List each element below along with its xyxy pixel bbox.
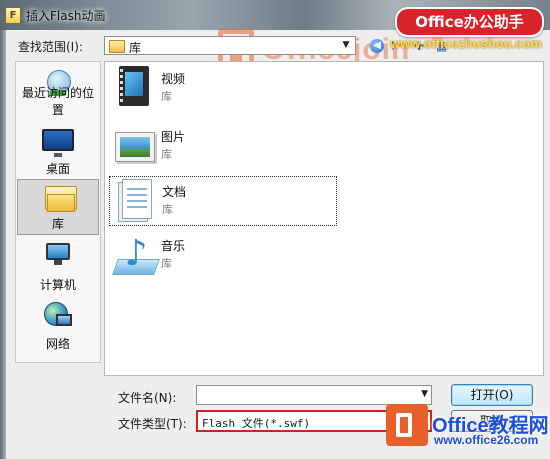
places-bar: 最近访问的位置 桌面 库 计算机 网络 <box>15 61 101 363</box>
place-network[interactable]: 网络 <box>17 298 99 354</box>
music-library-icon: ♪ <box>112 233 160 275</box>
place-label: 库 <box>51 217 64 231</box>
list-item-pictures[interactable]: 图片 库 <box>109 122 337 172</box>
place-computer[interactable]: 计算机 <box>17 239 99 295</box>
place-label: 最近访问的位置 <box>21 86 94 117</box>
desktop-icon <box>42 129 74 157</box>
insert-flash-dialog: F 插入Flash动画 Officejoin TM 查找范围(I): 库 ▼ ◀… <box>0 0 550 459</box>
list-item-documents[interactable]: 文档 库 <box>109 176 337 226</box>
place-label: 桌面 <box>45 162 70 176</box>
office-logo-icon <box>386 404 428 446</box>
document-library-icon <box>116 179 156 222</box>
item-name: 图片 <box>161 130 186 144</box>
look-in-combo[interactable]: 库 ▼ <box>104 36 356 55</box>
list-item-music[interactable]: ♪ 音乐 库 <box>109 231 337 281</box>
video-library-icon <box>115 66 155 108</box>
file-name-input[interactable]: ▼ <box>196 385 432 405</box>
computer-icon <box>44 243 72 267</box>
item-type: 库 <box>161 257 172 270</box>
file-name-label: 文件名(N): <box>118 391 177 405</box>
item-type: 库 <box>161 90 172 103</box>
file-type-value: Flash 文件(*.swf) <box>202 417 311 430</box>
watermark2-url: www.office26.com <box>434 433 539 447</box>
item-name: 文档 <box>162 185 187 199</box>
chevron-down-icon[interactable]: ▼ <box>421 389 428 399</box>
file-list[interactable]: 视频 库 图片 库 文档 库 ♪ 音乐 库 <box>104 61 544 376</box>
place-desktop[interactable]: 桌面 <box>17 123 99 179</box>
app-icon: F <box>5 7 21 24</box>
item-type: 库 <box>161 148 172 161</box>
place-label: 计算机 <box>39 278 76 292</box>
watermark-url: www.officezhushou.com <box>390 36 542 51</box>
place-recent[interactable]: 最近访问的位置 <box>17 64 99 120</box>
picture-library-icon <box>115 124 155 166</box>
network-icon <box>44 302 72 328</box>
library-folder-icon <box>109 40 125 53</box>
chevron-down-icon[interactable]: ▼ <box>340 39 352 52</box>
window-title: 插入Flash动画 <box>26 9 106 23</box>
item-name: 音乐 <box>161 239 186 253</box>
item-type: 库 <box>162 203 173 216</box>
look-in-label: 查找范围(I): <box>18 40 83 54</box>
place-libraries[interactable]: 库 <box>17 179 99 235</box>
back-icon[interactable]: ◀ <box>370 39 384 53</box>
list-item-video[interactable]: 视频 库 <box>109 64 337 114</box>
window-frame-edge <box>0 30 6 459</box>
place-label: 网络 <box>45 337 70 351</box>
item-name: 视频 <box>161 72 186 86</box>
file-type-label: 文件类型(T): <box>118 417 187 431</box>
open-button[interactable]: 打开(O) <box>451 384 533 406</box>
look-in-value: 库 <box>129 41 142 55</box>
libraries-icon <box>45 186 77 212</box>
brand-badge: Office办公助手 <box>395 7 544 37</box>
